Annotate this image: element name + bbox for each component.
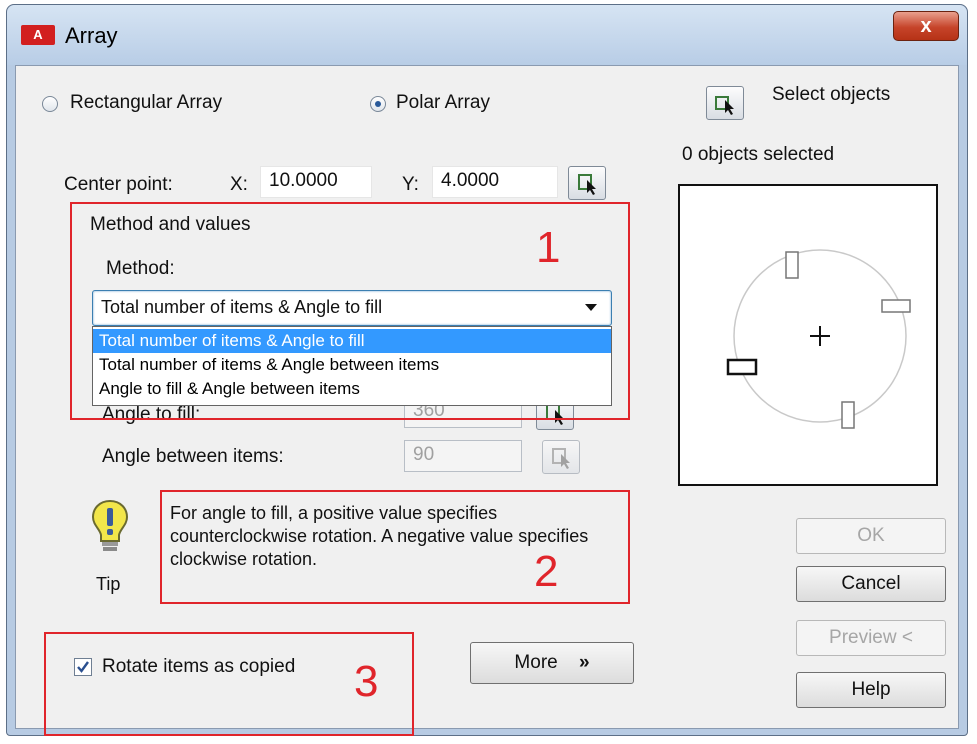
select-objects-label[interactable]: Select objects <box>772 84 890 106</box>
select-objects-icon <box>715 96 734 115</box>
rectangular-array-label[interactable]: Rectangular Array <box>70 92 222 114</box>
title-bar[interactable]: A Array x <box>7 5 967 65</box>
pick-angle-between-button[interactable] <box>542 440 580 474</box>
annotation-number: 1 <box>536 223 561 272</box>
annotation-box-tip <box>160 490 630 604</box>
array-dialog: A Array x Rectangular Array Polar Array … <box>6 4 968 736</box>
center-point-label: Center point: <box>64 174 173 195</box>
window-title: Array <box>65 23 118 48</box>
cancel-button[interactable]: Cancel <box>796 566 946 602</box>
polar-array-radio[interactable] <box>370 96 386 112</box>
lightbulb-icon <box>91 499 129 551</box>
annotation-number: 2 <box>534 547 559 596</box>
dialog-client-area: Rectangular Array Polar Array Select obj… <box>15 65 959 736</box>
objects-selected-count: 0 objects selected <box>682 144 835 165</box>
polar-array-label[interactable]: Polar Array <box>396 92 490 114</box>
help-button[interactable]: Help <box>796 672 946 708</box>
array-preview-pane <box>678 184 938 486</box>
center-x-input[interactable]: 10.0000 <box>260 166 372 198</box>
pick-point-icon <box>578 174 596 195</box>
tip-label: Tip <box>96 574 121 594</box>
close-button[interactable]: x <box>893 11 959 41</box>
annotation-number: 3 <box>354 657 379 706</box>
center-y-input[interactable]: 4.0000 <box>432 166 558 198</box>
angle-between-input[interactable]: 90 <box>404 440 522 472</box>
angle-between-label: Angle between items: <box>102 446 284 467</box>
ok-button[interactable]: OK <box>796 518 946 554</box>
double-chevron-down-icon: » <box>579 652 590 673</box>
center-x-label: X: <box>230 174 248 195</box>
polar-array-preview <box>726 249 911 429</box>
pick-angle-between-icon <box>552 448 570 469</box>
autocad-app-icon: A <box>21 25 55 45</box>
more-button[interactable]: More » <box>470 642 634 684</box>
preview-button[interactable]: Preview < <box>796 620 946 656</box>
pick-center-point-button[interactable] <box>568 166 606 200</box>
rectangular-array-radio[interactable] <box>42 96 58 112</box>
more-button-label: More <box>514 652 558 673</box>
center-y-label: Y: <box>402 174 419 195</box>
select-objects-button[interactable] <box>706 86 744 120</box>
